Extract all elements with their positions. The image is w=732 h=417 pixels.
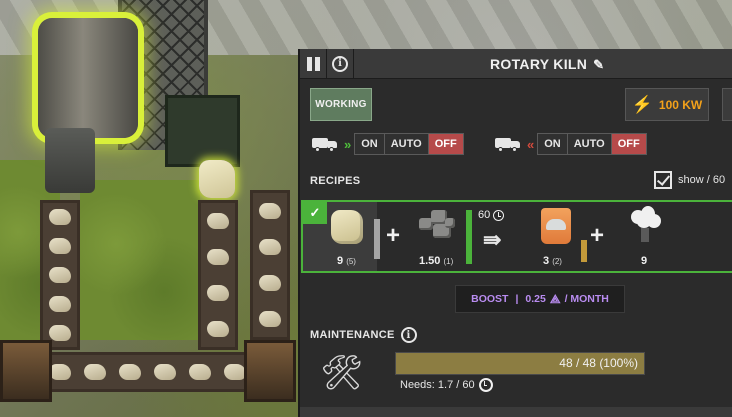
clock-icon (493, 209, 505, 221)
plus-icon: + (386, 222, 401, 249)
working-status-badge: WORKING (310, 88, 372, 121)
wrench-screwdriver-icon: 🛠 (320, 354, 364, 392)
panel-extra-button[interactable] (722, 88, 732, 121)
arrow-right-icon: ⇛ (483, 227, 502, 252)
input-on-button[interactable]: ON (355, 134, 385, 154)
output-off-button[interactable]: OFF (611, 134, 646, 154)
output-buffer-bar (581, 240, 587, 262)
show-label: show / 60 (678, 174, 726, 186)
maintenance-label: MAINTENANCE (310, 329, 395, 341)
power-value: 100 KW (658, 97, 703, 112)
checkmark-icon: ✓ (303, 202, 327, 224)
maintenance-progress-bar: 48 / 48 (100%) (395, 352, 645, 375)
show-filter[interactable]: show / 60 (654, 171, 725, 189)
belt-connector (0, 340, 52, 402)
input-buffer-bar (374, 219, 380, 259)
cement-bag-icon (541, 208, 571, 244)
status-row: WORKING (310, 88, 372, 121)
limestone-icon (331, 210, 363, 244)
input-toggle: ON AUTO OFF (354, 133, 464, 155)
conveyor-belt[interactable] (250, 190, 290, 340)
belt-connector (244, 340, 296, 402)
maintenance-needs: Needs: 1.7 / 60 (400, 378, 493, 392)
truck-icon (495, 136, 521, 152)
exhaust-icon (629, 206, 661, 242)
limestone-item (199, 160, 235, 198)
recipe-duration: 60 (478, 209, 505, 221)
plus-icon: + (590, 222, 605, 249)
input-off-button[interactable]: OFF (428, 134, 463, 154)
input-quantity: 9 (5) (337, 255, 356, 267)
input-buffer-bar (466, 210, 472, 264)
output-logistics-toggle: « ON AUTO OFF (495, 133, 647, 155)
info-button[interactable]: i (327, 49, 353, 79)
conveyor-belt[interactable] (40, 200, 80, 350)
recipe-card[interactable]: ✓ 9 (5) + 1.50 (1) 60 ⇛ 3 (2) + 9 (301, 200, 732, 273)
clock-icon (478, 378, 493, 392)
maintenance-heading: MAINTENANCE i (310, 327, 417, 343)
output-on-button[interactable]: ON (538, 134, 568, 154)
output-quantity: 9 (641, 255, 648, 267)
input-logistics-toggle: » ON AUTO OFF (312, 133, 464, 155)
boost-label: BOOST (471, 293, 509, 305)
boost-cost: 0.25 (525, 293, 546, 305)
recipes-heading: RECIPES (310, 175, 361, 187)
output-quantity: 3 (2) (543, 255, 562, 267)
rename-pencil-icon[interactable]: ✎ (593, 57, 604, 72)
kiln-base[interactable] (165, 95, 240, 167)
pause-button[interactable] (300, 49, 326, 79)
pause-icon (306, 56, 320, 71)
unity-icon: ⟁ (549, 291, 561, 306)
boost-period: / MONTH (564, 293, 609, 305)
info-icon: i (332, 55, 348, 72)
rubble-icon (419, 208, 457, 242)
titlebar-divider (353, 48, 354, 79)
power-consumption-badge[interactable]: ⚡ 100 KW (625, 88, 709, 121)
chevrons-right-icon: » (344, 136, 351, 152)
lightning-bolt-icon: ⚡ (631, 94, 653, 114)
needs-text: Needs: 1.7 / 60 (400, 379, 475, 391)
chevrons-left-icon: « (527, 136, 534, 152)
boost-button[interactable]: BOOST | 0.25 ⟁ / MONTH (455, 285, 625, 313)
maintenance-info-icon[interactable]: i (400, 327, 417, 343)
output-toggle: ON AUTO OFF (537, 133, 647, 155)
rotary-kiln-building[interactable] (38, 18, 138, 138)
building-inspector-panel: i ROTARY KILN ✎ WORKING ⚡ 100 KW » ON AUT… (298, 48, 732, 417)
boost-separator: | (515, 293, 519, 305)
truck-icon (312, 136, 338, 152)
maintenance-value: 48 / 48 (100%) (559, 356, 638, 370)
building-name: ROTARY KILN (490, 56, 588, 72)
show-checkbox[interactable] (654, 171, 672, 189)
grass-patch (80, 180, 200, 340)
conveyor-belt[interactable] (198, 200, 238, 350)
panel-bottom-edge (300, 407, 732, 417)
input-auto-button[interactable]: AUTO (384, 134, 429, 154)
panel-titlebar: i ROTARY KILN ✎ (300, 48, 732, 79)
kiln-feeder[interactable] (45, 128, 95, 193)
panel-title[interactable]: ROTARY KILN ✎ (490, 49, 604, 79)
output-auto-button[interactable]: AUTO (567, 134, 612, 154)
input-quantity: 1.50 (1) (419, 255, 454, 267)
